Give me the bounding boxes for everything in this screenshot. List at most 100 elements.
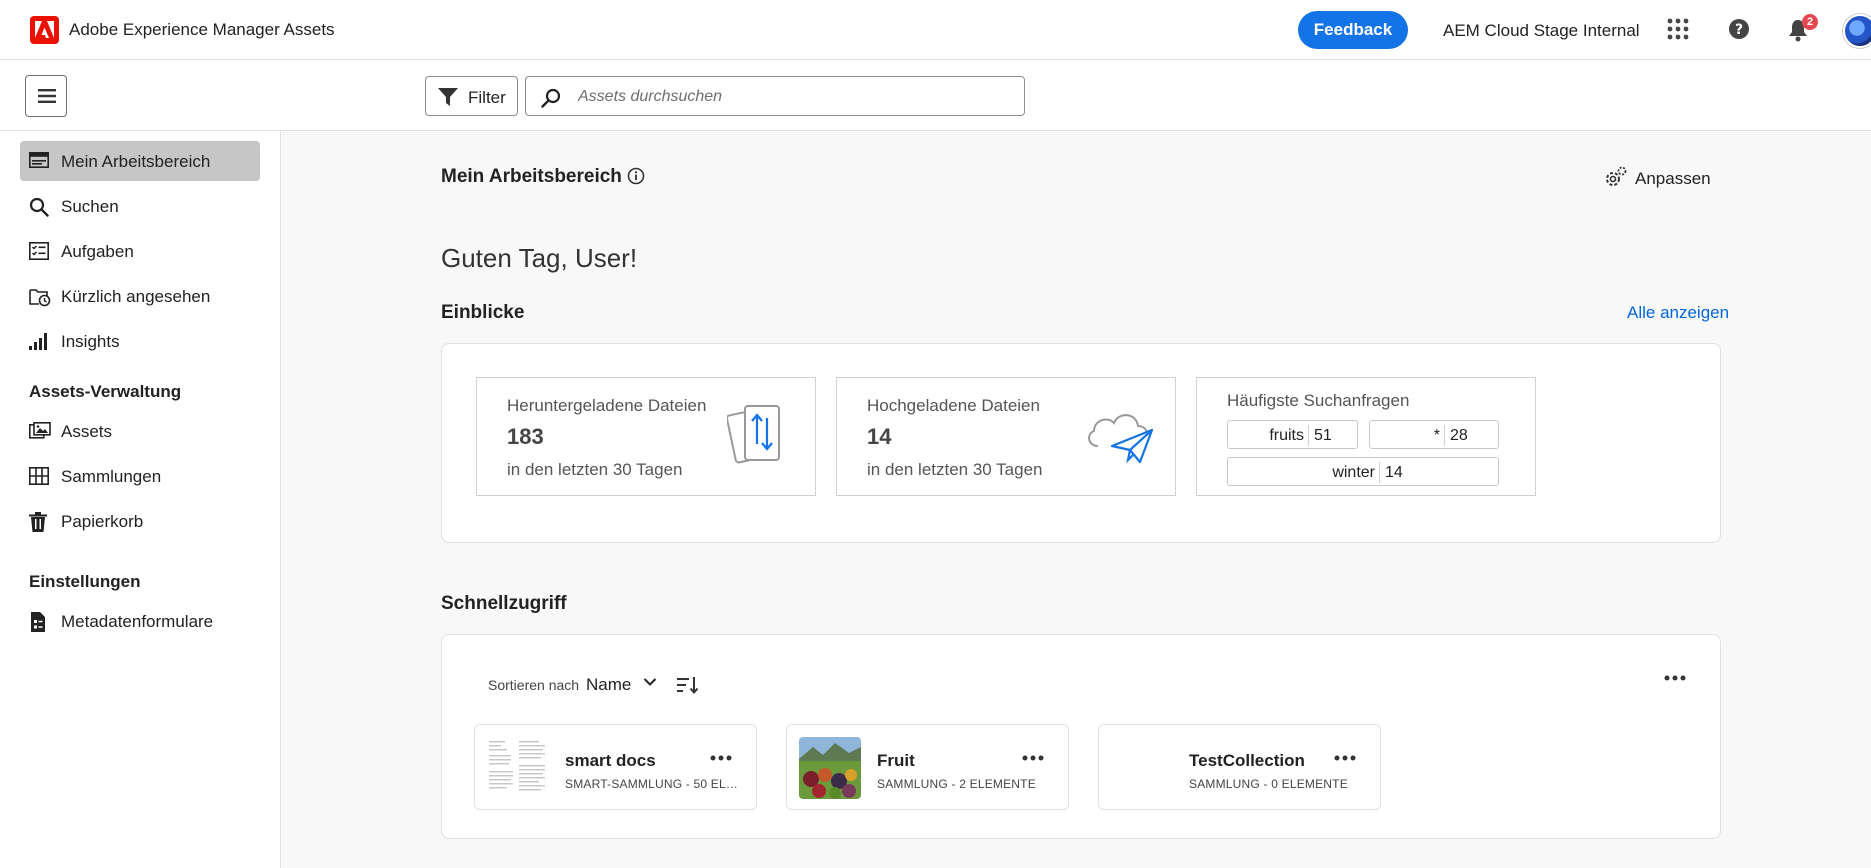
more-options-icon[interactable] xyxy=(710,755,732,761)
card-value: 183 xyxy=(507,424,544,449)
sidebar-item-label: Metadatenformulare xyxy=(61,612,214,631)
greeting-text: Guten Tag, User! xyxy=(441,243,638,273)
search-box[interactable] xyxy=(525,76,1025,116)
search-term-chip[interactable]: winter 14 xyxy=(1227,457,1499,486)
search-term-count: 51 xyxy=(1314,427,1332,444)
sidebar-item-label: Mein Arbeitsbereich xyxy=(61,152,211,171)
section-heading-assets: Assets-Verwaltung xyxy=(29,382,182,401)
quick-access-card-testcollection[interactable]: TestCollection SAMMLUNG - 0 ELEMENTE xyxy=(1098,724,1381,810)
sort-label: Sortieren nach xyxy=(488,677,580,693)
card-title: Häufigste Suchanfragen xyxy=(1227,391,1410,410)
chevron-down-icon[interactable] xyxy=(643,677,657,687)
search-term-chip[interactable]: * 28 xyxy=(1369,420,1499,449)
main-content: Mein Arbeitsbereich Anpassen Guten Tag, … xyxy=(282,131,1871,868)
sidebar-item-insights[interactable]: Insights xyxy=(20,321,260,361)
card-subtitle: in den letzten 30 Tagen xyxy=(507,460,683,479)
sidebar-item-trash[interactable]: Papierkorb xyxy=(20,501,260,541)
insights-panel: Heruntergeladene Dateien 183 in den letz… xyxy=(441,343,1721,543)
sidebar-item-label: Kürzlich angesehen xyxy=(61,287,211,306)
collection-name: smart docs xyxy=(565,751,656,770)
user-avatar[interactable] xyxy=(1843,14,1871,48)
app-switcher-icon[interactable] xyxy=(1667,18,1689,40)
assets-icon xyxy=(29,422,51,439)
divider xyxy=(1444,425,1445,446)
more-options-icon[interactable] xyxy=(1022,755,1044,761)
fruit-image-thumbnail xyxy=(799,737,861,799)
empty-thumbnail xyxy=(1111,737,1173,799)
search-icon xyxy=(29,197,49,217)
sidebar-item-label: Sammlungen xyxy=(61,467,162,486)
search-input[interactable] xyxy=(578,85,1008,109)
sidebar-item-metadata-forms[interactable]: Metadatenformulare xyxy=(20,601,260,641)
search-term-chip[interactable]: fruits 51 xyxy=(1227,420,1358,449)
sidebar: Mein Arbeitsbereich Suchen Aufgaben Kürz… xyxy=(0,131,281,868)
filter-button[interactable]: Filter xyxy=(425,76,518,116)
search-term-count: 28 xyxy=(1450,427,1468,444)
search-term-count: 14 xyxy=(1385,464,1403,481)
divider xyxy=(1308,425,1309,446)
sort-field-dropdown[interactable]: Name xyxy=(586,675,631,695)
card-value: 14 xyxy=(867,424,892,449)
org-switcher[interactable]: AEM Cloud Stage Internal xyxy=(1443,21,1640,41)
sidebar-item-search[interactable]: Suchen xyxy=(20,186,260,226)
feedback-button[interactable]: Feedback xyxy=(1298,11,1408,49)
quick-access-panel: Sortieren nach Name smart docs SMART-SAM… xyxy=(441,634,1721,839)
sidebar-item-label: Aufgaben xyxy=(61,242,134,261)
more-options-icon[interactable] xyxy=(1664,675,1686,681)
view-all-link[interactable]: Alle anzeigen xyxy=(1627,303,1729,323)
sidebar-item-tasks[interactable]: Aufgaben xyxy=(20,231,260,271)
help-icon[interactable]: ? xyxy=(1728,18,1750,40)
card-title: Heruntergeladene Dateien xyxy=(507,396,707,415)
app-title[interactable]: Adobe Experience Manager Assets xyxy=(69,20,335,40)
sidebar-item-label: Papierkorb xyxy=(61,512,144,531)
top-searches-card: Häufigste Suchanfragen fruits 51 * 28 wi… xyxy=(1196,377,1536,496)
search-term: winter xyxy=(1332,464,1375,481)
cloud-upload-icon xyxy=(1088,414,1154,464)
page-title: Mein Arbeitsbereich xyxy=(441,166,622,187)
notification-count-badge: 2 xyxy=(1802,14,1818,30)
quick-access-card-fruit[interactable]: Fruit SAMMLUNG - 2 ELEMENTE xyxy=(786,724,1069,810)
recent-icon xyxy=(29,289,51,307)
sidebar-item-label: Assets xyxy=(61,422,113,441)
collection-meta: SMART-SAMMLUNG - 50 ELEMENTE xyxy=(565,777,745,791)
sidebar-item-label: Suchen xyxy=(61,197,119,216)
quick-access-card-smart-docs[interactable]: smart docs SMART-SAMMLUNG - 50 ELEMENTE xyxy=(474,724,757,810)
section-heading-settings: Einstellungen xyxy=(29,572,141,591)
svg-text:?: ? xyxy=(1735,22,1743,38)
sidebar-item-workspace[interactable]: Mein Arbeitsbereich xyxy=(20,141,260,181)
metadata-forms-icon xyxy=(31,612,45,632)
quick-access-heading: Schnellzugriff xyxy=(441,593,567,614)
collection-meta: SAMMLUNG - 0 ELEMENTE xyxy=(1189,777,1348,791)
gear-icon xyxy=(1606,166,1627,186)
customize-label: Anpassen xyxy=(1635,169,1711,188)
filter-icon xyxy=(438,88,458,106)
top-toolbar: Filter xyxy=(0,61,1871,131)
collection-name: TestCollection xyxy=(1189,751,1305,770)
collections-icon xyxy=(29,467,49,485)
sidebar-item-recent[interactable]: Kürzlich angesehen xyxy=(20,276,260,316)
sidebar-item-assets[interactable]: Assets xyxy=(20,411,260,451)
app-header: Adobe Experience Manager Assets Feedback… xyxy=(0,0,1871,60)
workspace-icon xyxy=(29,152,49,168)
tasks-icon xyxy=(29,242,49,260)
collection-meta: SAMMLUNG - 2 ELEMENTE xyxy=(877,777,1036,791)
card-subtitle: in den letzten 30 Tagen xyxy=(867,460,1043,479)
downloads-card[interactable]: Heruntergeladene Dateien 183 in den letz… xyxy=(476,377,816,496)
customize-button[interactable]: Anpassen xyxy=(1604,163,1714,193)
insights-heading: Einblicke xyxy=(441,302,525,323)
info-icon[interactable] xyxy=(627,167,645,185)
collection-name: Fruit xyxy=(877,751,915,770)
hamburger-icon xyxy=(38,89,56,103)
sidebar-item-collections[interactable]: Sammlungen xyxy=(20,456,260,496)
adobe-logo-icon[interactable] xyxy=(30,16,59,44)
uploads-card[interactable]: Hochgeladene Dateien 14 in den letzten 3… xyxy=(836,377,1176,496)
insights-icon xyxy=(29,333,47,350)
sort-order-icon[interactable] xyxy=(677,676,699,694)
document-thumbnail xyxy=(487,737,549,799)
filter-label: Filter xyxy=(468,88,506,107)
download-files-icon xyxy=(727,405,780,464)
more-options-icon[interactable] xyxy=(1334,755,1356,761)
nav-toggle-button[interactable] xyxy=(25,75,67,117)
divider xyxy=(1379,462,1380,483)
search-term: fruits xyxy=(1269,427,1304,444)
